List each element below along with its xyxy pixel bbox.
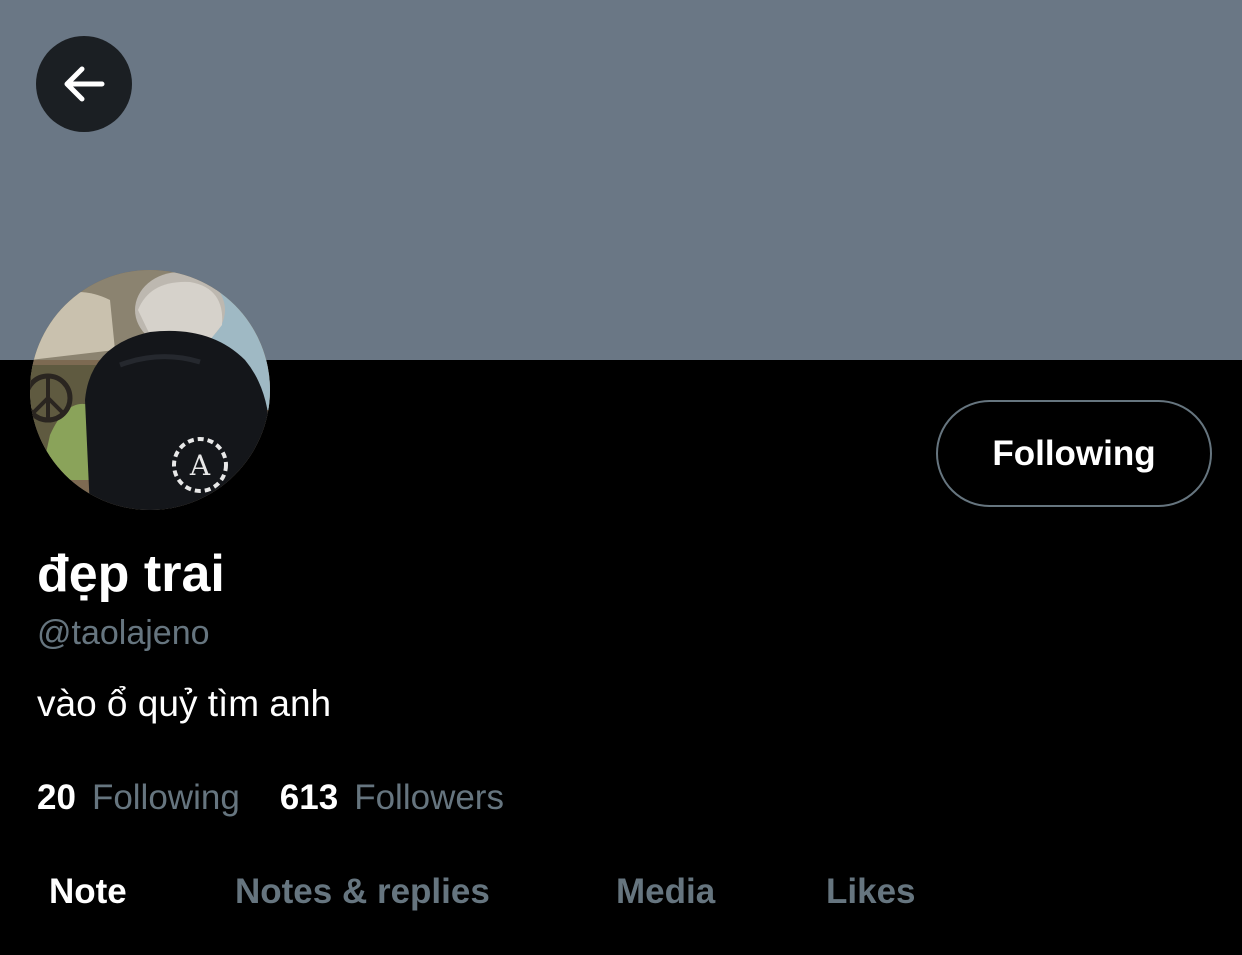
back-button[interactable] xyxy=(36,36,132,132)
tab-media[interactable]: Media xyxy=(616,860,715,924)
arrow-left-icon xyxy=(64,66,105,102)
user-handle: @taolajeno xyxy=(37,614,210,652)
tab-likes[interactable]: Likes xyxy=(826,860,916,924)
following-stat-link[interactable]: 20 Following xyxy=(37,778,240,818)
tab-note[interactable]: Note xyxy=(49,860,127,924)
followers-stat-link[interactable]: 613 Followers xyxy=(280,778,504,818)
svg-text:A: A xyxy=(189,449,211,482)
profile-page: A Following đẹp trai @taolajeno vào ổ qu… xyxy=(0,0,1242,955)
followers-label: Followers xyxy=(354,778,504,817)
following-count: 20 xyxy=(37,778,76,817)
avatar-image: A xyxy=(30,270,270,510)
following-label: Following xyxy=(91,778,240,817)
following-button[interactable]: Following xyxy=(936,400,1212,507)
tab-notes-and-replies[interactable]: Notes & replies xyxy=(235,860,490,924)
profile-bio: vào ổ quỷ tìm anh xyxy=(37,683,332,724)
profile-tabs: Note Notes & replies Media Likes xyxy=(0,860,1242,924)
profile-avatar[interactable]: A xyxy=(30,270,270,510)
profile-stats: 20 Following 613 Followers xyxy=(37,778,504,824)
display-name: đẹp trai xyxy=(37,545,225,603)
followers-count: 613 xyxy=(279,778,339,817)
